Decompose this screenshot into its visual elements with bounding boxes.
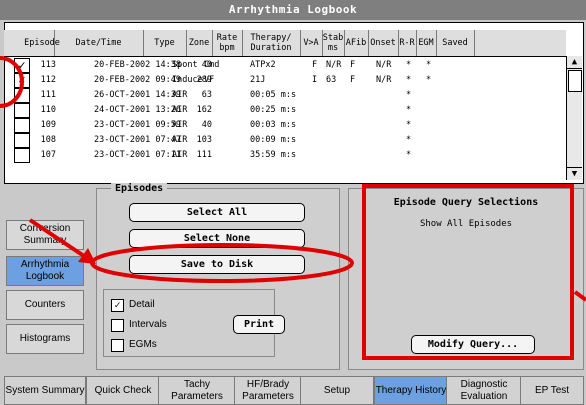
cell-therapy: 21J	[250, 75, 266, 85]
column-header: Zone	[186, 30, 213, 56]
table-row[interactable]: ✓ 112 20-FEB-2002 09:49 Induce VF 289 21J I 63 F N…	[4, 73, 566, 88]
cell-episode: 108	[40, 135, 56, 145]
cell-therapy: 00:09 m:s	[250, 135, 297, 145]
episodes-panel: Episodes Select All Select None Save to …	[96, 183, 340, 370]
sidebar-item[interactable]: Counters	[6, 290, 84, 320]
cell-va: I	[312, 75, 318, 85]
cell-therapy: ATPx2	[250, 60, 276, 70]
column-header: Date/Time	[54, 30, 144, 56]
cell-rate: 111	[196, 150, 212, 160]
scroll-up-icon[interactable]: ▲	[567, 56, 582, 69]
column-header: Rate bpm	[212, 30, 243, 56]
option-checkbox[interactable]	[111, 319, 124, 332]
query-summary: Show All Episodes	[419, 219, 513, 229]
column-header: AFib	[344, 30, 369, 56]
cell-episode: 109	[40, 120, 56, 130]
query-panel: Episode Query Selections Show All Episod…	[348, 188, 584, 370]
cell-afib: F	[350, 60, 356, 70]
window-title: Arrhythmia Logbook	[0, 0, 586, 20]
cell-rate: 63	[201, 90, 212, 100]
tab-ep-test[interactable]: EP Test	[520, 376, 584, 405]
sidebar-item[interactable]: Arrhythmia Logbook	[6, 256, 84, 286]
scrollbar[interactable]: ▲ ▼	[566, 56, 582, 180]
cell-therapy: 00:05 m:s	[250, 90, 297, 100]
select-all-button[interactable]: Select All	[129, 203, 305, 222]
tab-diagnostic-evaluation[interactable]: Diagnostic Evaluation	[446, 376, 522, 405]
cell-datetime: 20-FEB-2002 14:38	[94, 60, 181, 70]
cell-rr: *	[406, 75, 412, 85]
table-row[interactable]: 110 24-OCT-2001 13:26 AIR 162 00:25 m:s *	[4, 103, 566, 118]
option-label: EGMs	[129, 339, 157, 350]
cell-stab: N/R	[326, 60, 342, 70]
cell-datetime: 20-FEB-2002 09:49	[94, 75, 181, 85]
option-checkbox[interactable]: ✓	[111, 299, 124, 312]
table-header: Episode Date/Time Type Zone Rate bpm Therapy/…	[4, 30, 566, 57]
cell-datetime: 24-OCT-2001 13:26	[94, 105, 181, 115]
option-label: Detail	[129, 299, 155, 310]
column-header: EGM	[416, 30, 437, 56]
cell-stab: 63	[326, 75, 337, 85]
cell-afib: F	[350, 75, 356, 85]
column-header: R-R	[398, 30, 417, 56]
cell-datetime: 23-OCT-2001 09:59	[94, 120, 181, 130]
modify-query-button[interactable]: Modify Query...	[411, 335, 535, 354]
cell-rr: *	[406, 90, 412, 100]
tab-system-summary[interactable]: System Summary	[4, 376, 86, 405]
cell-rr: *	[406, 150, 412, 160]
table-row[interactable]: 109 23-OCT-2001 09:59 AIR 40 00:03 m:s *	[4, 118, 566, 133]
scroll-down-icon[interactable]: ▼	[567, 167, 582, 180]
save-to-disk-button[interactable]: Save to Disk	[129, 255, 305, 274]
column-header: Saved	[436, 30, 475, 56]
sidebar-item[interactable]: Conversion Summary	[6, 220, 84, 250]
query-panel-title: Episode Query Selections	[393, 197, 539, 208]
scroll-thumb[interactable]	[568, 70, 582, 92]
column-header: Stab ms	[322, 30, 345, 56]
option-label: Intervals	[129, 319, 167, 330]
tab-quick-check[interactable]: Quick Check	[86, 376, 160, 405]
cell-episode: 113	[40, 60, 56, 70]
column-header: V>A	[300, 30, 323, 56]
cell-datetime: 23-OCT-2001 07:47	[94, 135, 181, 145]
cell-va: F	[312, 60, 318, 70]
table-row[interactable]: 108 23-OCT-2001 07:47 AIR 103 00:09 m:s *	[4, 133, 566, 148]
cell-episode: 112	[40, 75, 56, 85]
cell-episode: 110	[40, 105, 56, 115]
cell-episode: 107	[40, 150, 56, 160]
cell-datetime: 23-OCT-2001 07:11	[94, 150, 181, 160]
cell-egm: *	[426, 75, 432, 85]
column-header: Therapy/ Duration	[242, 30, 301, 56]
cell-rr: *	[406, 135, 412, 145]
cell-rate: 103	[196, 135, 212, 145]
print-button[interactable]: Print	[233, 315, 285, 334]
cell-therapy: 00:03 m:s	[250, 120, 297, 130]
cell-therapy: 35:59 m:s	[250, 150, 297, 160]
cell-rate: 162	[196, 105, 212, 115]
tab-therapy-history[interactable]: Therapy History	[374, 376, 448, 405]
option-checkbox[interactable]	[111, 339, 124, 352]
cell-rate: 40	[201, 120, 212, 130]
cell-episode: 111	[40, 90, 56, 100]
table-row[interactable]: 111 26-OCT-2001 14:39 AIR 63 00:05 m:s *	[4, 88, 566, 103]
cell-datetime: 26-OCT-2001 14:39	[94, 90, 181, 100]
tab-hf-brady-parameters[interactable]: HF/Brady Parameters	[234, 376, 302, 405]
episodes-panel-title: Episodes	[111, 183, 168, 194]
column-header: Episode	[24, 30, 60, 56]
select-none-button[interactable]: Select None	[129, 229, 305, 248]
cell-rr: *	[406, 105, 412, 115]
tab-setup[interactable]: Setup	[300, 376, 374, 405]
cell-egm: *	[426, 60, 432, 70]
table-row[interactable]: 107 23-OCT-2001 07:11 AIR 111 35:59 m:s *	[4, 148, 566, 163]
tab-tachy-parameters[interactable]: Tachy Parameters	[158, 376, 236, 405]
cell-onset: N/R	[376, 75, 392, 85]
cell-rr: *	[406, 60, 412, 70]
cell-therapy: 00:25 m:s	[250, 105, 297, 115]
cell-onset: N/R	[376, 60, 392, 70]
column-header: Onset	[368, 30, 399, 56]
cell-rate: 40	[201, 60, 212, 70]
table-row[interactable]: ✓ 113 20-FEB-2002 14:38 Spont Cmd 40 ATPx2 F N/R…	[4, 58, 566, 73]
sidebar-item[interactable]: Histograms	[6, 324, 84, 354]
cell-rr: *	[406, 120, 412, 130]
cell-rate: 289	[196, 75, 212, 85]
column-header: Type	[143, 30, 187, 56]
